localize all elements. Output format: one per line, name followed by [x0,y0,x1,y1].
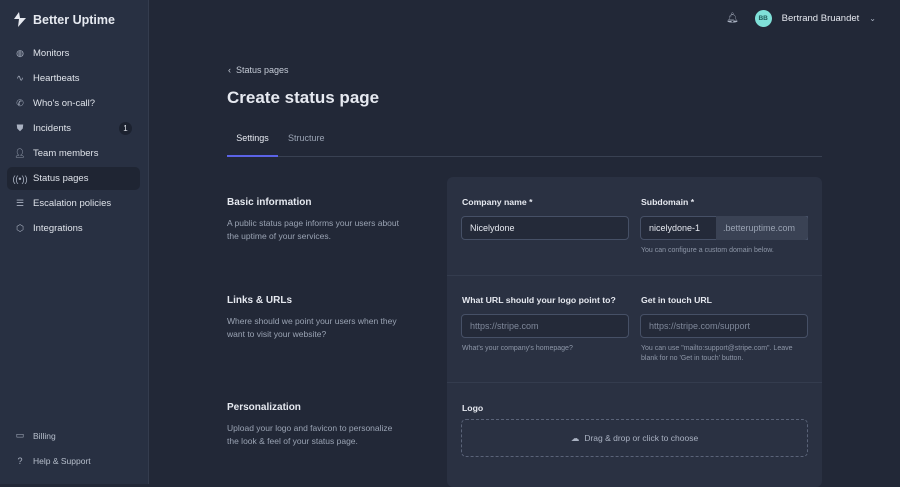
section-description: Upload your logo and favicon to personal… [227,423,393,446]
phone-icon: ✆ [16,98,24,108]
sidebar-item-help[interactable]: ? Help & Support [7,449,140,472]
app-logo[interactable]: Better Uptime [14,12,115,27]
sidebar-item-heartbeats[interactable]: ∿ Heartbeats [7,67,140,90]
broadcast-icon: ((•)) [12,173,28,184]
section-description: Where should we point your users when th… [227,316,397,339]
section-title: Personalization [227,402,301,413]
subdomain-suffix: .betteruptime.com [716,216,808,240]
sidebar-item-label: Escalation policies [33,198,112,209]
divider [447,275,822,276]
upload-cloud-icon: ☁ [570,432,580,443]
sidebar-item-label: Team members [33,148,99,159]
subdomain-label: Subdomain * [641,197,695,207]
section-description: A public status page informs your users … [227,218,399,241]
logo-url-label: What URL should your logo point to? [462,295,616,305]
sidebar-item-status-pages[interactable]: ((•)) Status pages [7,167,140,190]
sidebar-item-incidents[interactable]: ⛊ Incidents 1 [7,117,140,140]
top-bar: 🔔︎ BB Bertrand Bruandet ⌄ [726,10,876,27]
tab-settings[interactable]: Settings [227,133,278,157]
breadcrumb-link[interactable]: Status pages [236,65,289,75]
card-icon: ▭ [15,430,25,440]
globe-icon: ◍ [16,48,24,58]
sidebar-item-team-members[interactable]: 👤︎ Team members [7,142,140,165]
company-name-label: Company name * [462,197,533,207]
sidebar-nav: ◍ Monitors ∿ Heartbeats ✆ Who's on-call? ⛊ I… [7,42,140,242]
sidebar-item-label: Integrations [33,223,83,234]
contact-url-help: You can use "mailto:support@stripe.com".… [641,345,793,362]
logo-dropzone[interactable]: ☁ Drag & drop or click to choose [461,419,808,457]
divider [447,382,822,383]
sidebar-item-on-call[interactable]: ✆ Who's on-call? [7,92,140,115]
logo-label: Logo [462,403,484,413]
puzzle-icon: ⬡ [16,223,24,233]
logo-url-help: What's your company's homepage? [462,345,573,352]
sidebar-item-label: Heartbeats [33,73,80,84]
sidebar-item-label: Billing [33,430,56,441]
help-icon: ? [17,455,23,466]
sidebar-item-escalation-policies[interactable]: ☰ Escalation policies [7,192,140,215]
subdomain-help: You can configure a custom domain below. [641,247,774,254]
section-title: Basic information [227,197,312,208]
logo-url-input[interactable]: https://stripe.com [461,314,629,338]
sidebar-item-label: Monitors [33,48,70,59]
chevron-left-icon: ‹ [228,65,236,75]
sidebar-item-integrations[interactable]: ⬡ Integrations [7,217,140,240]
section-title: Links & URLs [227,295,293,306]
page-title: Create status page [227,88,380,107]
contact-url-input[interactable]: https://stripe.com/support [640,314,808,338]
tabs: Settings Structure [227,130,822,157]
dropzone-text: Drag & drop or click to choose [584,433,699,443]
list-icon: ☰ [15,198,25,208]
sidebar-item-monitors[interactable]: ◍ Monitors [7,42,140,65]
sidebar-bottom-nav: ▭ Billing ? Help & Support [7,424,140,474]
avatar[interactable]: BB [754,10,772,27]
sidebar-item-label: Status pages [33,173,89,184]
sidebar-item-label: Incidents [33,123,72,134]
user-icon: 👤︎ [14,148,26,158]
incidents-count-badge: 1 [119,122,132,135]
logo-icon [14,12,26,27]
chevron-down-icon[interactable]: ⌄ [869,14,876,23]
shield-icon: ⛊ [16,123,24,133]
bell-icon[interactable]: 🔔︎ [726,13,739,24]
sidebar-item-label: Who's on-call? [33,98,96,109]
sidebar-item-billing[interactable]: ▭ Billing [7,424,140,447]
pulse-icon: ∿ [16,73,24,83]
tab-structure[interactable]: Structure [288,133,325,143]
app-name: Better Uptime [33,12,115,27]
sidebar: Better Uptime ◍ Monitors ∿ Heartbeats ✆ Who… [0,0,149,484]
sidebar-item-label: Help & Support [33,455,91,466]
company-name-input[interactable]: Nicelydone [461,216,629,240]
breadcrumb[interactable]: ‹ Status pages [228,65,289,75]
contact-url-label: Get in touch URL [641,295,712,305]
user-name[interactable]: Bertrand Bruandet [782,13,860,24]
